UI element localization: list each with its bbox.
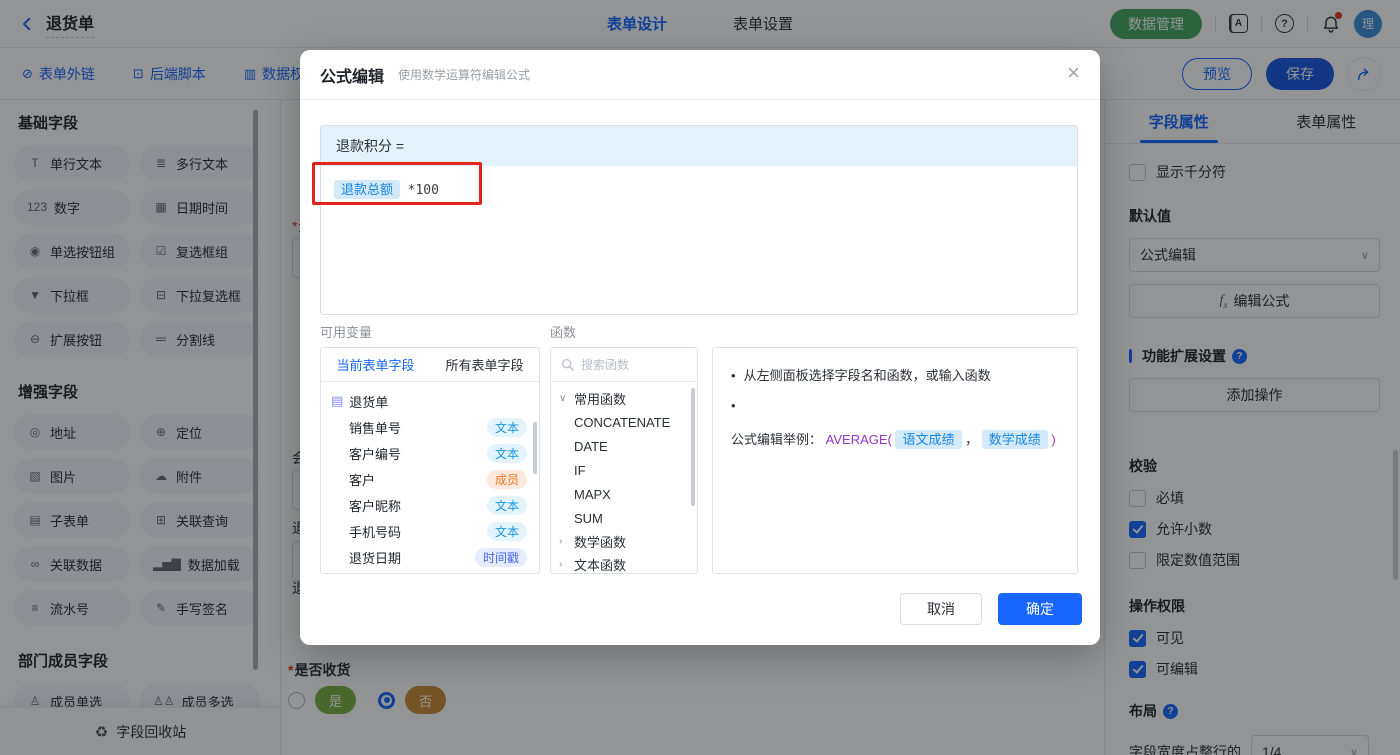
modal-subtitle: 使用数学运算符编辑公式 xyxy=(398,68,531,82)
field-type-tag: 文本 xyxy=(486,521,527,541)
example-chip-2: 数学成绩 xyxy=(981,430,1048,449)
tab-all-form-fields[interactable]: 所有表单字段 xyxy=(430,355,539,374)
variable-name: 退货日期 xyxy=(349,550,402,566)
variable-name: 手机号码 xyxy=(349,524,402,540)
search-icon xyxy=(561,358,574,371)
search-input[interactable] xyxy=(581,357,681,372)
variable-name: 销售单号 xyxy=(349,420,402,436)
variable-field-row[interactable]: 手机号码 文本 xyxy=(321,518,539,544)
formula-target-bar: 退款积分 = xyxy=(321,126,1077,166)
variables-panel-label: 可用变量 xyxy=(320,325,373,340)
function-group-text[interactable]: › 文本函数 xyxy=(551,553,697,573)
field-type-tag: 成员 xyxy=(486,469,527,489)
app-root: 退货单 表单设计 表单设置 数据管理 A ? 理 ⊘ 表单外链 ⊡ 后端脚本 ▥… xyxy=(0,0,1400,755)
variable-name: 客户 xyxy=(349,472,376,488)
function-item[interactable]: MAPX xyxy=(551,482,697,506)
function-items: CONCATENATE DATE IF MAPX SUM xyxy=(551,410,697,530)
close-icon[interactable]: × xyxy=(1067,62,1080,84)
functions-scrollbar[interactable] xyxy=(691,388,695,506)
formula-editor[interactable]: 退款积分 = 退款总额 *100 xyxy=(320,125,1078,315)
function-item[interactable]: SUM xyxy=(551,506,697,530)
tree-root-form[interactable]: ▤ 退货单 xyxy=(321,388,539,414)
modal-title: 公式编辑 xyxy=(320,68,385,86)
variable-field-row[interactable]: 客户编号 文本 xyxy=(321,440,539,466)
functions-panel: ∨ 常用函数 CONCATENATE DATE IF MAPX SUM xyxy=(550,347,698,574)
variables-panel: 当前表单字段 所有表单字段 ▤ 退货单 销售单号 文本 客户编号 文本 客户 成… xyxy=(320,347,540,574)
function-token: AVERAGE( xyxy=(825,432,892,447)
field-type-tag: 文本 xyxy=(486,417,527,437)
function-group-math[interactable]: › 数学函数 xyxy=(551,530,697,553)
tips-panel: • 从左侧面板选择字段名和函数，或输入函数 • 公式编辑举例： AVERAGE(… xyxy=(712,347,1078,574)
confirm-button[interactable]: 确定 xyxy=(998,593,1082,625)
function-item[interactable]: DATE xyxy=(551,434,697,458)
chevron-down-icon: ∨ xyxy=(559,393,567,404)
variable-rows: 销售单号 文本 客户编号 文本 客户 成员 客户昵称 文本 手机号码 文本 退货… xyxy=(321,414,539,570)
variable-field-row[interactable]: 客户 成员 xyxy=(321,466,539,492)
formula-edit-modal: 公式编辑 使用数学运算符编辑公式 × 退款积分 = 退款总额 *100 可用变量… xyxy=(300,50,1100,645)
tab-current-form-fields[interactable]: 当前表单字段 xyxy=(321,355,430,374)
functions-panel-label: 函数 xyxy=(550,325,577,340)
function-search[interactable] xyxy=(551,348,697,382)
function-item[interactable]: CONCATENATE xyxy=(551,410,697,434)
chevron-right-icon: › xyxy=(559,559,563,570)
formula-expression-area[interactable]: 退款总额 *100 xyxy=(321,166,1077,211)
field-chip[interactable]: 退款总额 xyxy=(334,180,401,199)
field-type-tag: 文本 xyxy=(486,443,527,463)
modal-footer: 取消 确定 xyxy=(300,593,1100,625)
tip-line-1: • 从左侧面板选择字段名和函数，或输入函数 xyxy=(731,368,991,383)
cancel-button[interactable]: 取消 xyxy=(900,593,982,625)
variable-name: 客户昵称 xyxy=(349,498,402,514)
function-token: ) xyxy=(1051,432,1056,447)
formula-expression-text: *100 xyxy=(407,183,439,198)
document-icon: ▤ xyxy=(331,393,344,408)
variable-field-row[interactable]: 销售单号 文本 xyxy=(321,414,539,440)
example-chip-1: 语文成绩 xyxy=(895,430,962,449)
tip-line-2: • 公式编辑举例： AVERAGE( 语文成绩 ， 数学成绩 ) xyxy=(731,398,1056,449)
function-group-common[interactable]: ∨ 常用函数 xyxy=(551,387,697,410)
variable-field-row[interactable]: 退货日期 时间戳 xyxy=(321,544,539,570)
field-type-tag: 文本 xyxy=(486,495,527,515)
variable-field-row[interactable]: 客户昵称 文本 xyxy=(321,492,539,518)
chevron-right-icon: › xyxy=(559,536,563,547)
field-type-tag: 时间戳 xyxy=(474,547,527,567)
variables-scrollbar[interactable] xyxy=(533,422,537,474)
variable-name: 客户编号 xyxy=(349,446,402,462)
function-item[interactable]: IF xyxy=(551,458,697,482)
